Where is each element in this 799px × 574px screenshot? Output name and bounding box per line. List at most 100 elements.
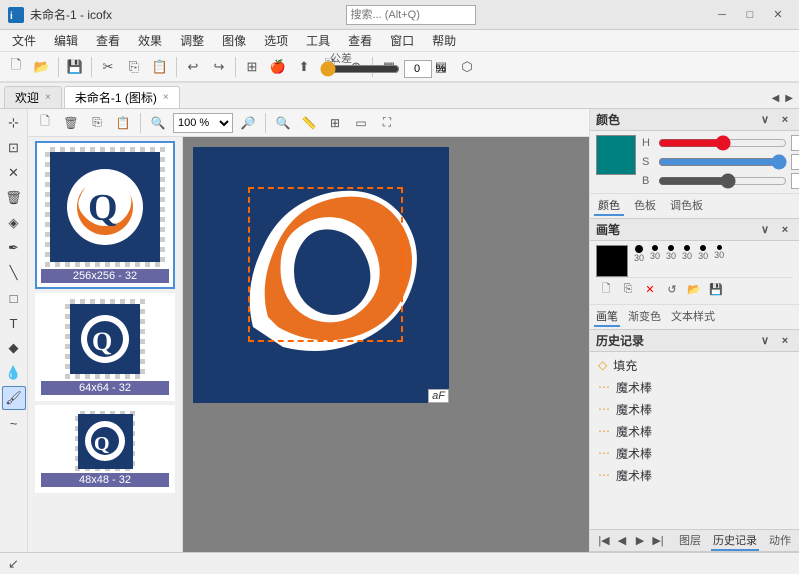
zoom-in-icon[interactable]: 🔎: [237, 112, 259, 134]
menu-window[interactable]: 窗口: [382, 30, 422, 51]
menu-adjust[interactable]: 调整: [172, 30, 212, 51]
canvas-copy-icon[interactable]: ⎘: [86, 112, 108, 134]
history-panel-close[interactable]: ×: [777, 333, 793, 349]
history-tab-history[interactable]: 历史记录: [711, 531, 759, 551]
brush-folder-icon[interactable]: 📂: [684, 280, 704, 298]
history-item-5[interactable]: ⋯ 魔术棒: [590, 464, 799, 486]
brush-preset-2[interactable]: 30: [650, 245, 660, 277]
h-value[interactable]: [791, 135, 799, 151]
tool-select[interactable]: ⊹: [2, 111, 26, 135]
tool-brush[interactable]: 🖌: [2, 386, 26, 410]
menu-effects[interactable]: 效果: [130, 30, 170, 51]
open-button[interactable]: 📂: [30, 55, 54, 79]
brush-save-icon[interactable]: 💾: [706, 280, 726, 298]
opacity-value[interactable]: [404, 60, 432, 78]
brush-delete-icon[interactable]: ✕: [640, 280, 660, 298]
history-item-0[interactable]: ◇ 填充: [590, 354, 799, 376]
h-slider[interactable]: [658, 138, 787, 148]
minimize-button[interactable]: ─: [709, 4, 735, 26]
history-item-1[interactable]: ⋯ 魔术棒: [590, 376, 799, 398]
close-button[interactable]: ✕: [765, 4, 791, 26]
brush-copy-icon[interactable]: ⎘: [618, 280, 638, 298]
paste-button[interactable]: 📋: [148, 55, 172, 79]
canvas-paste-icon[interactable]: 📋: [112, 112, 134, 134]
menu-view[interactable]: 查看: [88, 30, 128, 51]
menu-help[interactable]: 帮助: [424, 30, 464, 51]
brush-preset-5[interactable]: 30: [698, 245, 708, 277]
copy-button[interactable]: ⎘: [122, 55, 146, 79]
tool-eraser[interactable]: ✕: [2, 161, 26, 185]
brush-panel-close[interactable]: ×: [777, 222, 793, 238]
ruler-icon[interactable]: 📏: [298, 112, 320, 134]
brush-tab-brush[interactable]: 画笔: [594, 307, 620, 327]
history-last[interactable]: ▶|: [650, 533, 666, 549]
maximize-button[interactable]: □: [737, 4, 763, 26]
zoom-out-icon[interactable]: 🔍: [147, 112, 169, 134]
color-button[interactable]: 🍎: [266, 55, 290, 79]
thumbnail-48[interactable]: Q 48x48 - 32: [35, 405, 175, 493]
menu-file[interactable]: 文件: [4, 30, 44, 51]
history-item-2[interactable]: ⋯ 魔术棒: [590, 398, 799, 420]
view4-button[interactable]: ⬡: [455, 55, 479, 79]
color-tab-color[interactable]: 颜色: [594, 196, 624, 216]
welcome-tab[interactable]: 欢迎 ×: [4, 86, 62, 108]
grid-show-icon[interactable]: ⊞: [324, 112, 346, 134]
tool-line[interactable]: ╲: [2, 261, 26, 285]
thumbnail-256[interactable]: Q 256x256 - 32: [35, 141, 175, 289]
save-button[interactable]: 💾: [63, 55, 87, 79]
welcome-tab-close[interactable]: ×: [45, 92, 51, 103]
tool-smudge[interactable]: ~: [2, 411, 26, 435]
color-tab-palette[interactable]: 调色板: [666, 196, 707, 216]
tool-pen[interactable]: ✒: [2, 236, 26, 260]
cut-button[interactable]: ✂: [96, 55, 120, 79]
tool-text[interactable]: T: [2, 311, 26, 335]
menu-view2[interactable]: 查看: [340, 30, 380, 51]
color-panel-close[interactable]: ×: [777, 112, 793, 128]
canvas-delete-icon[interactable]: 🗑: [60, 112, 82, 134]
menu-edit[interactable]: 编辑: [46, 30, 86, 51]
history-next[interactable]: ▶: [632, 533, 648, 549]
history-panel-float[interactable]: ∨: [757, 333, 773, 349]
brush-swatch[interactable]: [596, 245, 628, 277]
fullscreen-icon[interactable]: ⛶: [376, 112, 398, 134]
history-first[interactable]: |◀: [596, 533, 612, 549]
brush-preset-6[interactable]: 30: [714, 245, 724, 277]
zoom-select[interactable]: 25 % 50 % 75 % 100 % 150 % 200 % 400 %: [173, 113, 233, 133]
new-button[interactable]: 🗋: [4, 55, 28, 79]
s-value[interactable]: [791, 154, 799, 170]
file-tab-close[interactable]: ×: [163, 92, 169, 103]
brush-preset-3[interactable]: 30: [666, 245, 676, 277]
tool-fill[interactable]: ◆: [2, 336, 26, 360]
canvas-main[interactable]: aF: [183, 137, 589, 552]
brush-panel-float[interactable]: ∨: [757, 222, 773, 238]
s-slider[interactable]: [658, 157, 787, 167]
file-tab[interactable]: 未命名-1 (图标) ×: [64, 86, 180, 108]
tab-next[interactable]: ▶: [783, 91, 795, 106]
color-tab-swatch[interactable]: 色板: [630, 196, 660, 216]
history-tab-actions[interactable]: 动作: [767, 531, 793, 551]
color-panel-float[interactable]: ∨: [757, 112, 773, 128]
cursor-button[interactable]: ⬆: [292, 55, 316, 79]
color-swatch[interactable]: [596, 135, 636, 175]
tool-transform[interactable]: ⊡: [2, 136, 26, 160]
brush-tab-text[interactable]: 文本样式: [669, 307, 717, 327]
undo-button[interactable]: ↩: [181, 55, 205, 79]
b-slider[interactable]: [658, 176, 787, 186]
thumbnail-64[interactable]: Q 64x64 - 32: [35, 293, 175, 401]
tool-dropper[interactable]: 💧: [2, 361, 26, 385]
brush-reset-icon[interactable]: ↺: [662, 280, 682, 298]
frame-icon[interactable]: ▭: [350, 112, 372, 134]
brush-file-icon[interactable]: 🗋: [596, 280, 616, 298]
menu-tools[interactable]: 工具: [298, 30, 338, 51]
tab-prev[interactable]: ◀: [770, 91, 782, 106]
history-prev[interactable]: ◀: [614, 533, 630, 549]
search-canvas-icon[interactable]: 🔍: [272, 112, 294, 134]
brush-preset-1[interactable]: 30: [634, 245, 644, 277]
menu-options[interactable]: 选项: [256, 30, 296, 51]
grid-button[interactable]: ⊞: [240, 55, 264, 79]
history-item-3[interactable]: ⋯ 魔术棒: [590, 420, 799, 442]
brush-tab-gradient[interactable]: 渐变色: [626, 307, 663, 327]
brush-preset-4[interactable]: 30: [682, 245, 692, 277]
tool-rect[interactable]: □: [2, 286, 26, 310]
redo-button[interactable]: ↪: [207, 55, 231, 79]
